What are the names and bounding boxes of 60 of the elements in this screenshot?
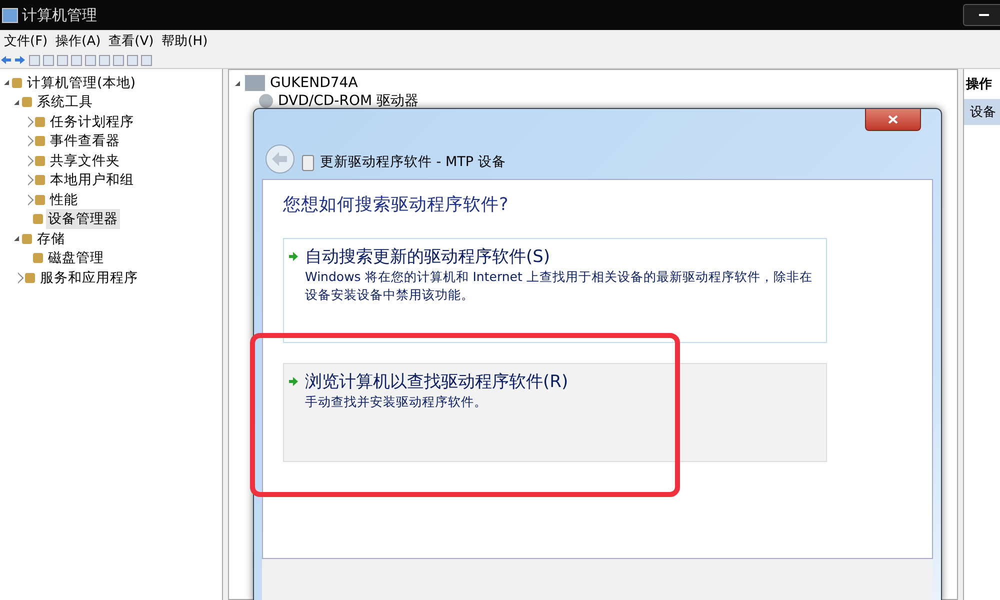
tree-node-icon xyxy=(33,214,43,224)
tree-item[interactable]: 性能 xyxy=(48,190,80,210)
tree-node-icon xyxy=(22,97,32,108)
tree-item[interactable]: 任务计划程序 xyxy=(48,112,136,132)
tree-item[interactable]: 设备管理器 xyxy=(46,209,120,230)
option-button[interactable]: 自动搜索更新的驱动程序软件(S) Windows 将在您的计算机和 Internet 上查找用于相关设备的最新驱动程序软件，除非在设备安装设备中禁用该功能。 xyxy=(283,238,827,344)
option-title: 浏览计算机以查找驱动程序软件(R) xyxy=(305,371,568,394)
window-title: 计算机管理 xyxy=(22,6,97,24)
tree-item[interactable]: 服务和应用程序 xyxy=(38,268,140,288)
tree-node-icon xyxy=(35,175,45,186)
tree-node-icon xyxy=(25,272,35,283)
menu-item[interactable]: 文件(F) xyxy=(4,32,48,50)
tree-item[interactable]: 存储 xyxy=(35,228,67,249)
close-button[interactable] xyxy=(865,109,921,131)
device-icon xyxy=(259,94,273,108)
option-title: 自动搜索更新的驱动程序软件(S) xyxy=(305,246,550,268)
expanded-arrow-icon[interactable] xyxy=(235,80,240,86)
close-icon xyxy=(888,115,898,124)
tree-item[interactable]: 本地用户和组 xyxy=(48,170,136,190)
menu-item[interactable]: 查看(V) xyxy=(108,32,154,50)
toolbar-icon[interactable] xyxy=(57,54,68,66)
option-button[interactable]: 浏览计算机以查找驱动程序软件(R) 手动查找并安装驱动程序软件。 xyxy=(283,363,827,462)
toolbar-icon[interactable] xyxy=(43,54,54,66)
arrow-icon xyxy=(288,376,299,388)
tree-node-icon xyxy=(35,136,45,146)
computer-icon xyxy=(245,75,265,91)
back-button[interactable] xyxy=(264,143,296,175)
arrow-icon xyxy=(288,251,299,262)
toolbar-icon[interactable] xyxy=(85,54,96,66)
tree-node-icon xyxy=(33,253,43,264)
tree-item[interactable]: 系统工具 xyxy=(35,92,95,112)
toolbar-icon[interactable] xyxy=(127,54,138,66)
toolbar-icon[interactable] xyxy=(29,54,40,66)
tree-node-icon xyxy=(12,78,22,88)
dialog-title: 更新驱动程序软件 - MTP 设备 xyxy=(320,153,506,171)
minimize-icon[interactable] xyxy=(963,4,1000,26)
tree-node-icon xyxy=(35,116,45,127)
tree-item[interactable]: 磁盘管理 xyxy=(46,248,106,268)
tree-node-icon xyxy=(35,194,45,205)
computer-icon xyxy=(2,8,18,22)
actions-item[interactable]: 设备 xyxy=(964,99,1000,125)
back-forward-icon[interactable] xyxy=(0,54,26,66)
tree-node-icon xyxy=(35,156,45,166)
device-icon xyxy=(302,155,314,171)
computer-name[interactable]: GUKEND74A xyxy=(270,75,358,91)
tree-item[interactable]: 计算机管理(本地) xyxy=(25,72,138,93)
tree-node-icon xyxy=(22,234,32,244)
device-category[interactable]: DVD/CD-ROM 驱动器 xyxy=(278,92,418,110)
option-description: Windows 将在您的计算机和 Internet 上查找用于相关设备的最新驱动程序软件，除非在设备安装设备中禁用该功能。 xyxy=(304,268,814,304)
tree-item[interactable]: 事件查看器 xyxy=(48,131,122,152)
toolbar-icon[interactable] xyxy=(113,54,124,66)
toolbar-icon[interactable] xyxy=(141,54,152,66)
toolbar-icon[interactable] xyxy=(99,54,110,66)
tree-item[interactable]: 共享文件夹 xyxy=(48,150,122,171)
dialog-question: 您想如何搜索驱动程序软件? xyxy=(283,194,510,216)
toolbar-icon[interactable] xyxy=(71,54,82,66)
menu-item[interactable]: 操作(A) xyxy=(56,32,101,50)
actions-header: 操作 xyxy=(964,76,993,94)
menu-item[interactable]: 帮助(H) xyxy=(162,32,208,50)
option-description: 手动查找并安装驱动程序软件。 xyxy=(304,393,488,412)
